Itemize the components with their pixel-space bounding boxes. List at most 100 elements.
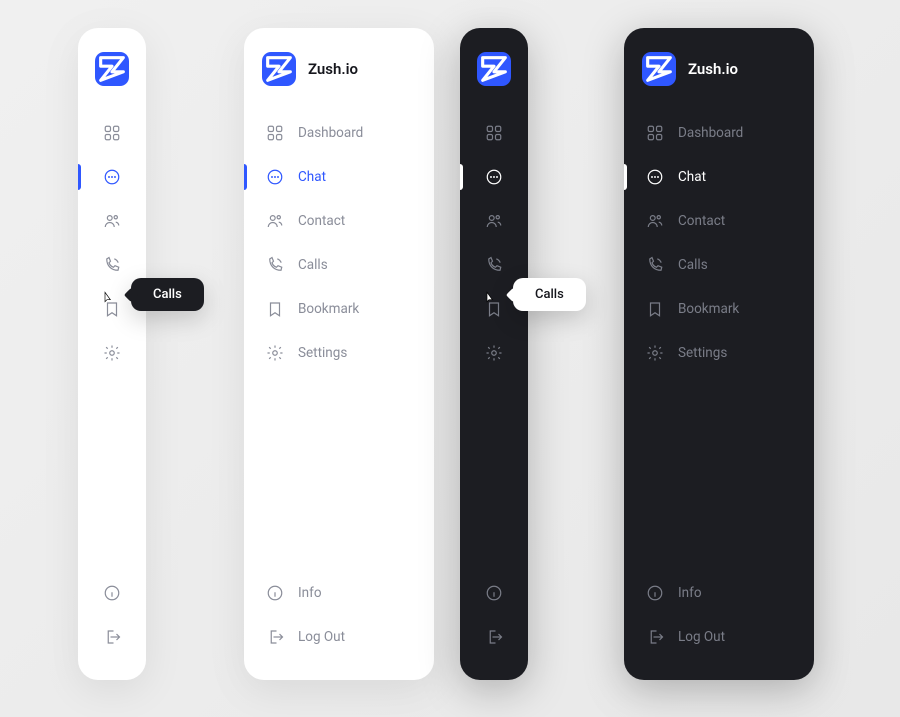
nav-logout[interactable]: Log Out bbox=[244, 618, 434, 656]
phone-icon bbox=[103, 256, 121, 274]
footer-menu bbox=[78, 574, 146, 656]
footer-menu bbox=[460, 574, 528, 656]
bookmark-icon bbox=[266, 300, 284, 318]
nav-bookmark[interactable]: Bookmark bbox=[244, 290, 434, 328]
info-icon bbox=[103, 584, 121, 602]
nav-settings[interactable] bbox=[78, 334, 146, 372]
brand: Zush.io bbox=[624, 52, 814, 114]
nav-label: Dashboard bbox=[298, 125, 363, 141]
nav-contact[interactable]: Contact bbox=[624, 202, 814, 240]
nav-chat[interactable]: Chat bbox=[624, 158, 814, 196]
nav-contact[interactable] bbox=[460, 202, 528, 240]
nav-label: Settings bbox=[678, 345, 727, 361]
phone-icon bbox=[266, 256, 284, 274]
tooltip-calls-light: Calls bbox=[513, 278, 586, 311]
tooltip-calls-dark: Calls bbox=[131, 278, 204, 311]
tooltip-label: Calls bbox=[153, 287, 182, 302]
grid-icon bbox=[485, 124, 503, 142]
sidebar-light-collapsed bbox=[78, 28, 146, 680]
brand bbox=[78, 52, 146, 114]
phone-icon bbox=[485, 256, 503, 274]
gear-icon bbox=[266, 344, 284, 362]
main-menu bbox=[78, 114, 146, 372]
nav-info[interactable] bbox=[460, 574, 528, 612]
nav-label: Chat bbox=[298, 169, 326, 185]
logout-icon bbox=[103, 628, 121, 646]
logo bbox=[642, 52, 676, 86]
nav-label: Calls bbox=[298, 257, 328, 273]
main-menu bbox=[460, 114, 528, 372]
brand-name: Zush.io bbox=[308, 60, 358, 78]
info-icon bbox=[646, 584, 664, 602]
nav-dashboard[interactable] bbox=[78, 114, 146, 152]
info-icon bbox=[485, 584, 503, 602]
nav-label: Bookmark bbox=[298, 301, 359, 317]
nav-info[interactable]: Info bbox=[624, 574, 814, 612]
nav-contact[interactable] bbox=[78, 202, 146, 240]
logo bbox=[477, 52, 511, 86]
brand bbox=[460, 52, 528, 114]
nav-settings[interactable]: Settings bbox=[244, 334, 434, 372]
nav-label: Info bbox=[678, 585, 702, 601]
logo bbox=[95, 52, 129, 86]
gear-icon bbox=[103, 344, 121, 362]
cursor-icon bbox=[101, 291, 117, 307]
nav-chat[interactable]: Chat bbox=[244, 158, 434, 196]
main-menu: Dashboard Chat Contact Calls Bookmark Se… bbox=[244, 114, 434, 372]
nav-logout[interactable] bbox=[78, 618, 146, 656]
gear-icon bbox=[646, 344, 664, 362]
nav-dashboard[interactable] bbox=[460, 114, 528, 152]
nav-dashboard[interactable]: Dashboard bbox=[244, 114, 434, 152]
nav-logout[interactable]: Log Out bbox=[624, 618, 814, 656]
contact-icon bbox=[646, 212, 664, 230]
nav-logout[interactable] bbox=[460, 618, 528, 656]
nav-info[interactable]: Info bbox=[244, 574, 434, 612]
chat-icon bbox=[103, 168, 121, 186]
nav-bookmark[interactable]: Bookmark bbox=[624, 290, 814, 328]
nav-calls[interactable]: Calls bbox=[244, 246, 434, 284]
nav-label: Contact bbox=[298, 213, 345, 229]
footer-menu: Info Log Out bbox=[624, 574, 814, 656]
phone-icon bbox=[646, 256, 664, 274]
sidebar-dark-collapsed bbox=[460, 28, 528, 680]
nav-label: Calls bbox=[678, 257, 708, 273]
bookmark-icon bbox=[646, 300, 664, 318]
nav-dashboard[interactable]: Dashboard bbox=[624, 114, 814, 152]
contact-icon bbox=[266, 212, 284, 230]
brand: Zush.io bbox=[244, 52, 434, 114]
nav-chat[interactable] bbox=[78, 158, 146, 196]
footer-menu: Info Log Out bbox=[244, 574, 434, 656]
nav-settings[interactable] bbox=[460, 334, 528, 372]
nav-label: Chat bbox=[678, 169, 706, 185]
nav-label: Info bbox=[298, 585, 322, 601]
nav-settings[interactable]: Settings bbox=[624, 334, 814, 372]
nav-label: Log Out bbox=[678, 629, 725, 645]
tooltip-label: Calls bbox=[535, 287, 564, 302]
nav-info[interactable] bbox=[78, 574, 146, 612]
cursor-icon bbox=[483, 291, 499, 307]
chat-icon bbox=[266, 168, 284, 186]
nav-calls[interactable]: Calls bbox=[624, 246, 814, 284]
nav-label: Bookmark bbox=[678, 301, 739, 317]
contact-icon bbox=[103, 212, 121, 230]
gear-icon bbox=[485, 344, 503, 362]
logout-icon bbox=[266, 628, 284, 646]
main-menu: Dashboard Chat Contact Calls Bookmark Se… bbox=[624, 114, 814, 372]
nav-label: Log Out bbox=[298, 629, 345, 645]
nav-label: Contact bbox=[678, 213, 725, 229]
nav-label: Settings bbox=[298, 345, 347, 361]
logo bbox=[262, 52, 296, 86]
info-icon bbox=[266, 584, 284, 602]
nav-label: Dashboard bbox=[678, 125, 743, 141]
sidebar-light-expanded: Zush.io Dashboard Chat Contact Calls Boo… bbox=[244, 28, 434, 680]
grid-icon bbox=[266, 124, 284, 142]
nav-contact[interactable]: Contact bbox=[244, 202, 434, 240]
chat-icon bbox=[485, 168, 503, 186]
nav-chat[interactable] bbox=[460, 158, 528, 196]
logout-icon bbox=[646, 628, 664, 646]
chat-icon bbox=[646, 168, 664, 186]
grid-icon bbox=[646, 124, 664, 142]
sidebar-dark-expanded: Zush.io Dashboard Chat Contact Calls Boo… bbox=[624, 28, 814, 680]
brand-name: Zush.io bbox=[688, 60, 738, 78]
contact-icon bbox=[485, 212, 503, 230]
